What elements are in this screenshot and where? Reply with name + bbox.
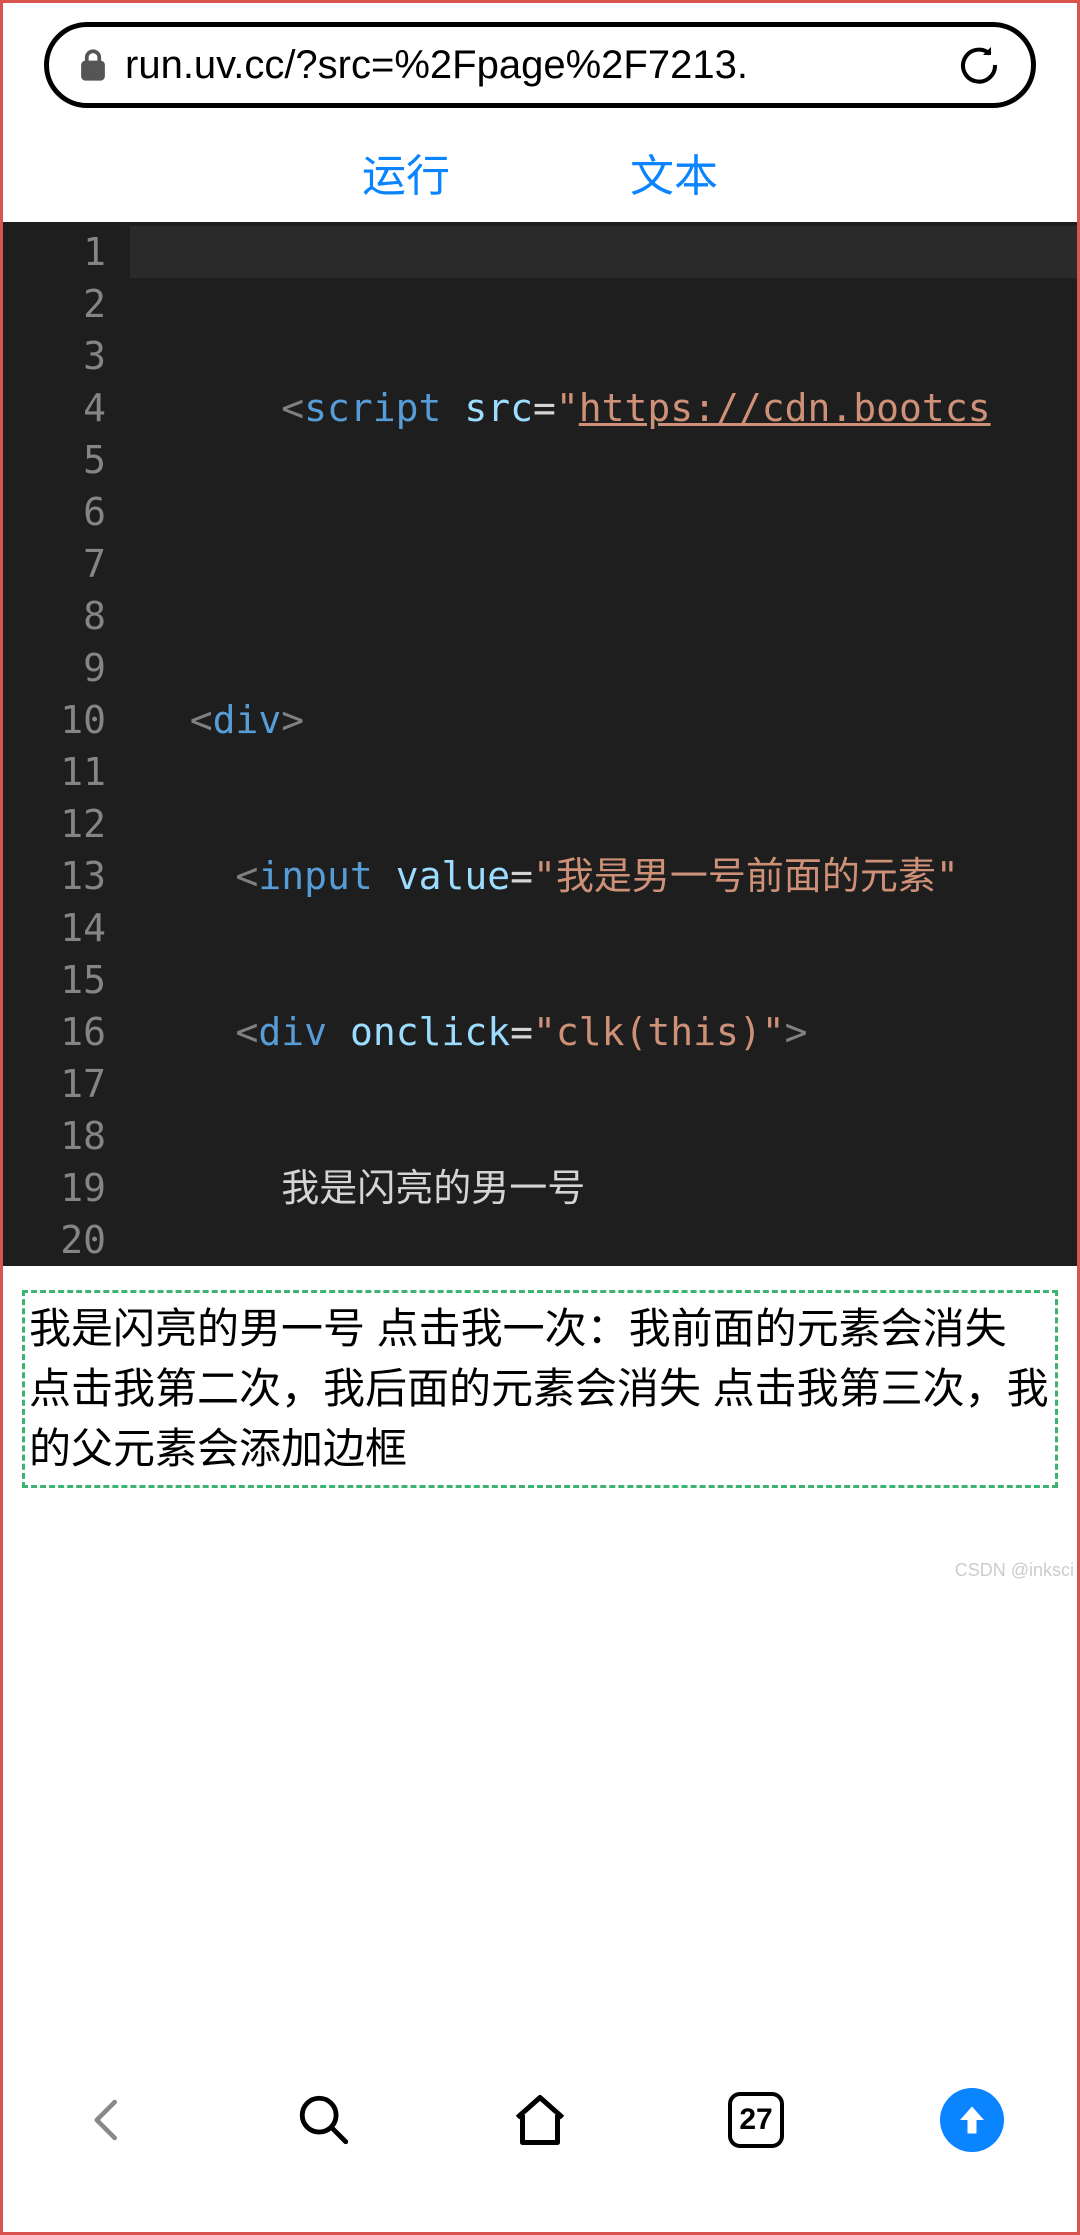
preview-box[interactable]: 我是闪亮的男一号 点击我一次：我前面的元素会消失 点击我第二次，我后面的元素会消…: [22, 1290, 1058, 1488]
tab-text[interactable]: 文本: [630, 140, 718, 204]
code-editor[interactable]: 12 34 56 78 910 1112 1314 1516 1718 1920…: [0, 222, 1080, 1266]
back-icon[interactable]: [72, 2084, 144, 2156]
preview-text: 我是闪亮的男一号 点击我一次：我前面的元素会消失 点击我第二次，我后面的元素会消…: [29, 1305, 1049, 1472]
search-icon[interactable]: [288, 2084, 360, 2156]
line-gutter: 12 34 56 78 910 1112 1314 1516 1718 1920: [0, 222, 130, 1266]
bottom-nav: 27: [0, 2055, 1080, 2235]
tab-run[interactable]: 运行: [362, 140, 450, 204]
reload-icon[interactable]: [955, 41, 1003, 89]
url-text: run.uv.cc/?src=%2Fpage%2F7213.: [125, 43, 955, 88]
lock-icon: [77, 47, 109, 83]
page-tabs: 运行 文本: [0, 120, 1080, 220]
home-icon[interactable]: [504, 2084, 576, 2156]
watermark: CSDN @inksci: [955, 1560, 1074, 1581]
upload-button[interactable]: [936, 2084, 1008, 2156]
address-bar[interactable]: run.uv.cc/?src=%2Fpage%2F7213.: [44, 22, 1036, 108]
tabs-icon[interactable]: 27: [720, 2084, 792, 2156]
code-content[interactable]: <script src="https://cdn.bootcs <div> <i…: [130, 222, 1080, 1266]
tab-count: 27: [728, 2092, 784, 2148]
